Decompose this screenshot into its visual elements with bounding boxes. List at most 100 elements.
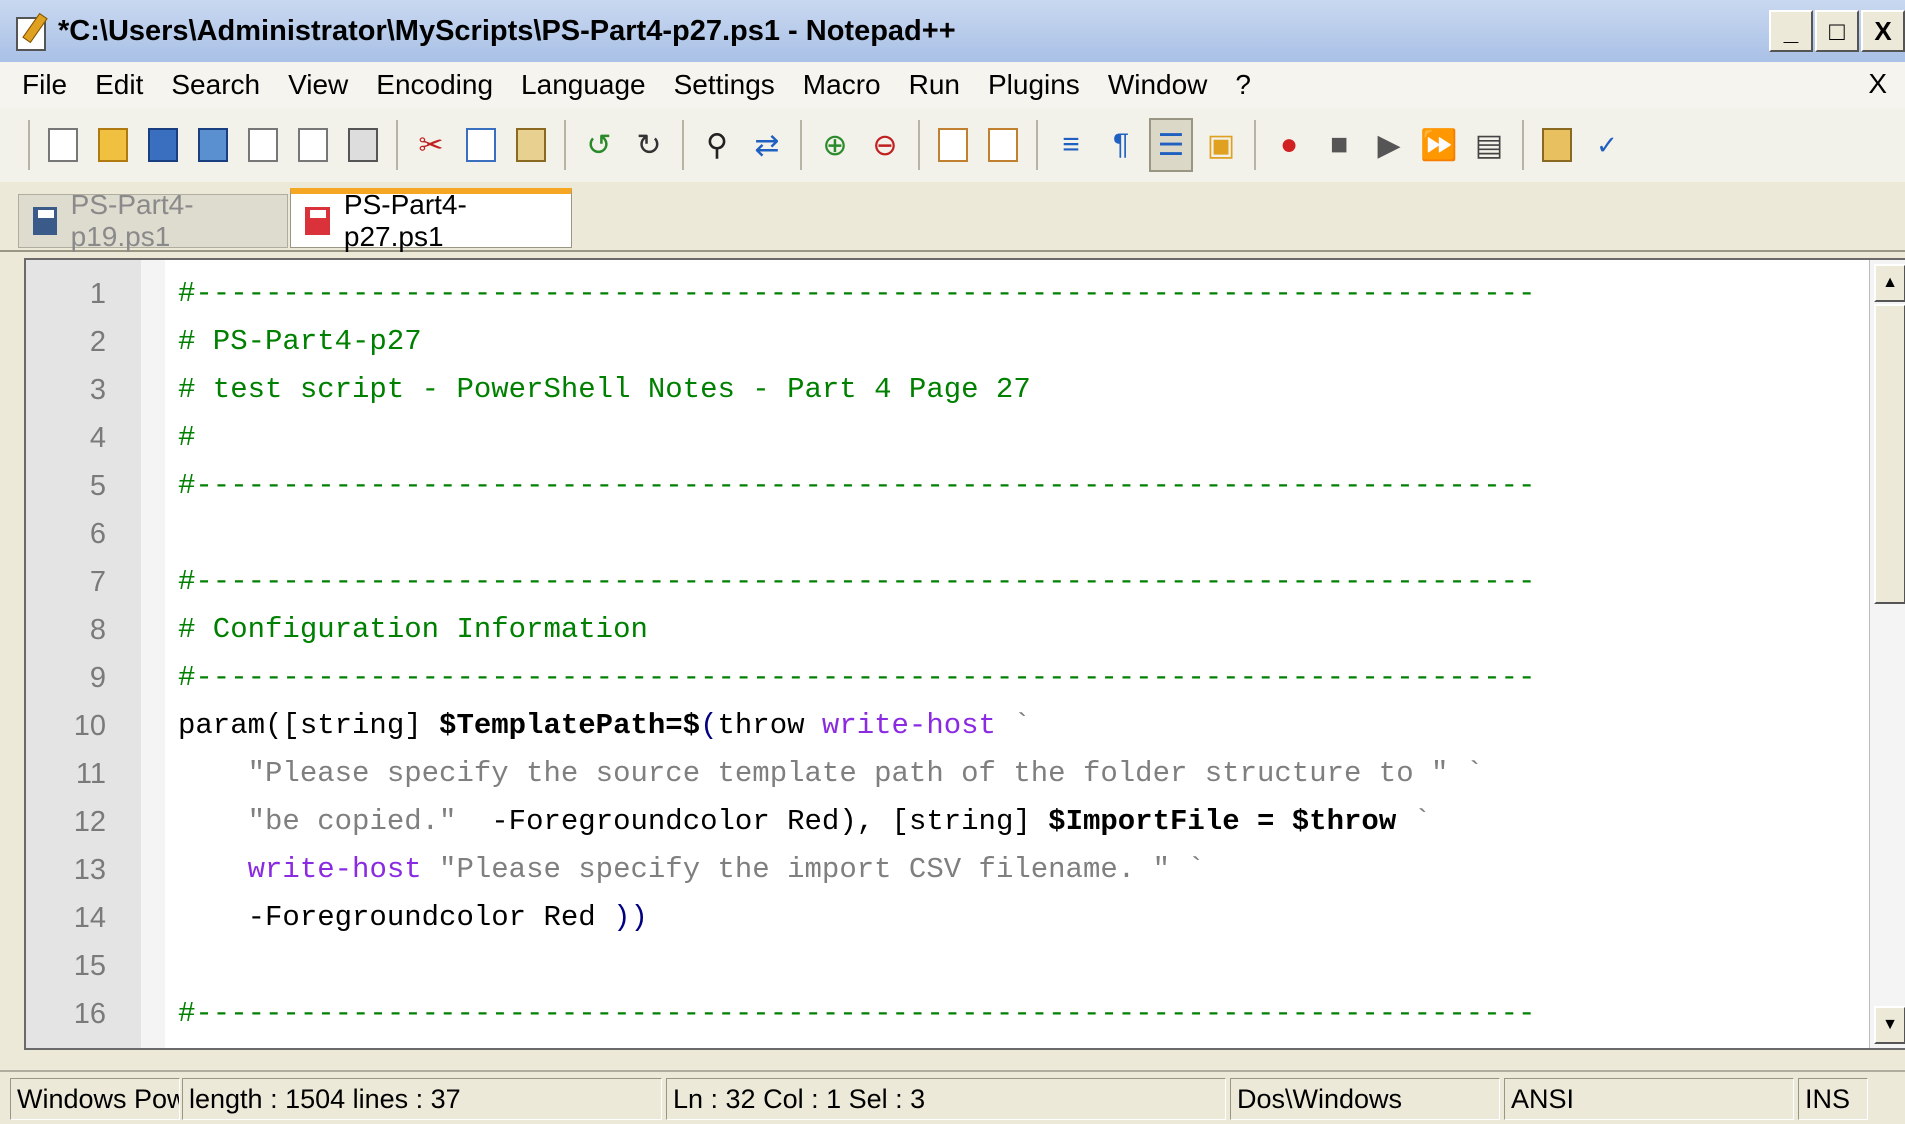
record-macro-icon[interactable]: ● [1267, 118, 1311, 172]
line-number: 9 [89, 662, 106, 694]
status-encoding: ANSI [1504, 1078, 1794, 1120]
tab-ps-part4-p19[interactable]: PS-Part4-p19.ps1 [18, 189, 288, 252]
save-icon[interactable] [141, 118, 185, 172]
code-text: #---------------------------------------… [178, 277, 1536, 310]
menu-search[interactable]: Search [171, 69, 260, 101]
save-macro-icon[interactable]: ▤ [1467, 118, 1511, 172]
toolbar: ✂ ↺ ↻ ⚲ ⇄ ⊕ ⊖ ≡ ¶ ☰ ▣ ● ■ ▶ ⏩ ▤ ✓ [0, 108, 1905, 182]
scroll-down-icon[interactable]: ▼ [1874, 1006, 1905, 1044]
menu-window[interactable]: Window [1108, 69, 1208, 101]
menu-run[interactable]: Run [909, 69, 960, 101]
menu-edit[interactable]: Edit [95, 69, 143, 101]
indent-guide-icon[interactable]: ☰ [1149, 118, 1193, 172]
code-line: 6 [26, 510, 1856, 558]
cut-icon[interactable]: ✂ [409, 118, 453, 172]
menu-language[interactable]: Language [521, 69, 646, 101]
open-file-icon[interactable] [91, 118, 135, 172]
close-icon[interactable] [241, 118, 285, 172]
code-text: # [178, 421, 196, 454]
tab-label: PS-Part4-p19.ps1 [70, 189, 194, 252]
replace-icon[interactable]: ⇄ [745, 118, 789, 172]
line-number: 6 [89, 518, 106, 550]
code-token: throw [717, 709, 822, 742]
code-line: 11 "Please specify the source template p… [26, 750, 1856, 798]
line-number: 10 [73, 710, 106, 742]
find-icon[interactable]: ⚲ [695, 118, 739, 172]
status-eol: Dos\Windows [1230, 1078, 1500, 1120]
code-token: write-host [821, 709, 996, 742]
menu-macro[interactable]: Macro [803, 69, 881, 101]
copy-icon[interactable] [459, 118, 503, 172]
code-line: 16 #-------------------------------------… [26, 990, 1856, 1038]
show-all-chars-icon[interactable]: ¶ [1099, 118, 1143, 172]
paste-icon[interactable] [509, 118, 553, 172]
folder-workspace-icon[interactable] [1535, 118, 1579, 172]
notepad-app-icon[interactable] [12, 11, 48, 51]
sync-vertical-icon[interactable] [931, 118, 975, 172]
code-text: "be copied." -Foregroundcolor Red), [str… [178, 798, 1431, 846]
menu-encoding[interactable]: Encoding [376, 69, 493, 101]
code-text: #---------------------------------------… [178, 565, 1536, 598]
run-macro-multiple-icon[interactable]: ⏩ [1417, 118, 1461, 172]
menu-settings[interactable]: Settings [674, 69, 775, 101]
undo-icon[interactable]: ↺ [577, 118, 621, 172]
new-file-icon[interactable] [41, 118, 85, 172]
code-text: -Foregroundcolor Red )) [178, 894, 648, 942]
tab-label: PS-Part4-p27.ps1 [343, 188, 467, 252]
code-line: 7 #--------------------------------------… [26, 558, 1856, 606]
menu-help[interactable]: ? [1235, 69, 1251, 101]
code-line: 5 #--------------------------------------… [26, 462, 1856, 510]
vertical-scrollbar[interactable]: ▲ ▼ [1869, 260, 1905, 1048]
minimize-button[interactable]: _ [1769, 10, 1813, 52]
tab-ps-part4-p27[interactable]: PS-Part4-p27.ps1 [290, 188, 572, 252]
saved-file-icon [33, 207, 57, 235]
print-icon[interactable] [341, 118, 385, 172]
zoom-in-icon[interactable]: ⊕ [813, 118, 857, 172]
code-token: $ImportFile = $throw [1048, 805, 1397, 838]
menu-view[interactable]: View [288, 69, 348, 101]
code-line: 4 # [26, 414, 1856, 462]
line-number: 14 [73, 902, 106, 934]
menu-file[interactable]: File [22, 69, 67, 101]
code-line: 10 param([string] $TemplatePath=$(throw w… [26, 702, 1856, 750]
user-lang-icon[interactable]: ▣ [1199, 118, 1243, 172]
code-text: #---------------------------------------… [178, 997, 1536, 1030]
close-document-button[interactable]: X [1868, 68, 1887, 100]
code-text: "Please specify the source template path… [178, 750, 1484, 798]
status-bar: Windows PowerShell length : 1504 lines :… [0, 1070, 1905, 1124]
redo-icon[interactable]: ↻ [627, 118, 671, 172]
status-position: Ln : 32 Col : 1 Sel : 3 [666, 1078, 1226, 1120]
code-line: 13 write-host "Please specify the import… [26, 846, 1856, 894]
sync-horizontal-icon[interactable] [981, 118, 1025, 172]
code-token: "Please specify the source template path… [247, 757, 1449, 790]
close-button[interactable]: X [1861, 10, 1905, 52]
code-token: write-host [247, 853, 422, 886]
title-bar: *C:\Users\Administrator\MyScripts\PS-Par… [0, 0, 1905, 62]
stop-record-icon[interactable]: ■ [1317, 118, 1361, 172]
line-number: 15 [73, 950, 106, 982]
line-number: 16 [73, 998, 106, 1030]
spellcheck-icon[interactable]: ✓ [1585, 118, 1629, 172]
word-wrap-icon[interactable]: ≡ [1049, 118, 1093, 172]
play-macro-icon[interactable]: ▶ [1367, 118, 1411, 172]
code-line: 2 # PS-Part4-p27 [26, 318, 1856, 366]
zoom-out-icon[interactable]: ⊖ [863, 118, 907, 172]
tab-bar: PS-Part4-p19.ps1 PS-Part4-p27.ps1 [0, 182, 1905, 252]
scrollbar-thumb[interactable] [1874, 304, 1905, 604]
line-number: 4 [89, 422, 106, 454]
close-all-icon[interactable] [291, 118, 335, 172]
maximize-button[interactable]: □ [1815, 10, 1859, 52]
code-line: 17 # Script Body [26, 1038, 1856, 1048]
code-token: ` [1169, 853, 1205, 886]
code-token: )) [613, 901, 648, 934]
code-editor[interactable]: 1 #--------------------------------------… [24, 258, 1905, 1050]
code-token: ` [1396, 805, 1432, 838]
save-all-icon[interactable] [191, 118, 235, 172]
code-text: write-host "Please specify the import CS… [178, 846, 1205, 894]
line-number: 12 [73, 806, 106, 838]
scroll-up-icon[interactable]: ▲ [1874, 264, 1905, 302]
line-number: 8 [89, 614, 106, 646]
code-token: "Please specify the import CSV filename.… [421, 853, 1170, 886]
menu-plugins[interactable]: Plugins [988, 69, 1080, 101]
